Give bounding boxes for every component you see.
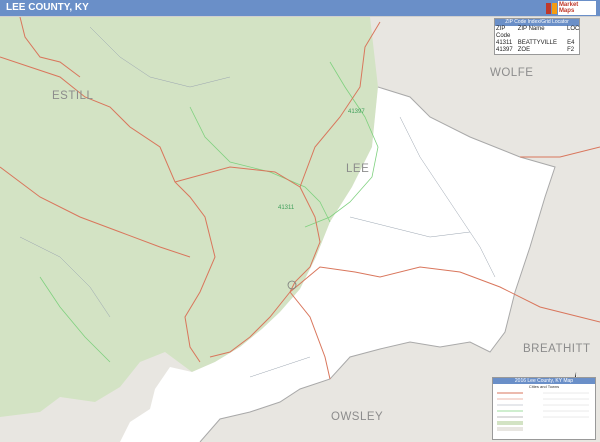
logo-stripe-orange [551,2,557,14]
zip-table-header-name: ZIP Name [517,26,545,32]
county-label-owsley: OWSLEY [331,411,384,423]
zip-table-header-row: ZIP Code ZIP Name LOC [495,26,579,40]
map-legend: 2016 Lee County, KY Map Cities and Towns [492,377,596,440]
zip-table-header-loc: LOC [567,26,580,32]
map-title: LEE COUNTY, KY [6,2,89,13]
zip-label-41311: 41311 [278,205,295,211]
publisher-logo: Market Maps [546,1,597,15]
county-label-estill: ESTILL [52,90,94,102]
zip-loc-cell: F2 [567,47,575,53]
logo-stripe-red [546,2,551,14]
logo-text: Market Maps [557,1,597,15]
zip-label-41397: 41397 [348,109,365,115]
zip-table-title: ZIP Code Index/Grid Locator [495,19,579,26]
zip-code-cell: 41311 [496,40,513,46]
title-bar: LEE COUNTY, KY Market Maps [0,0,600,16]
zip-name-cell: BEATTYVILLE [517,40,557,46]
county-label-wolfe: WOLFE [490,67,534,79]
zip-code-locator-table: ZIP Code Index/Grid Locator ZIP Code ZIP… [494,18,580,55]
county-label-breathitt: BREATHITT [523,343,591,355]
zip-table-header-zip: ZIP Code [496,26,511,39]
table-row: 41397 ZOE F2 [495,47,579,54]
table-row: 41311 BEATTYVILLE E4 [495,40,579,47]
county-label-lee: LEE [346,163,370,175]
zip-code-cell: 41397 [496,47,513,53]
legend-symbols [497,392,589,431]
zip-name-cell: ZOE [517,47,531,53]
zip-loc-cell: E4 [567,40,575,46]
